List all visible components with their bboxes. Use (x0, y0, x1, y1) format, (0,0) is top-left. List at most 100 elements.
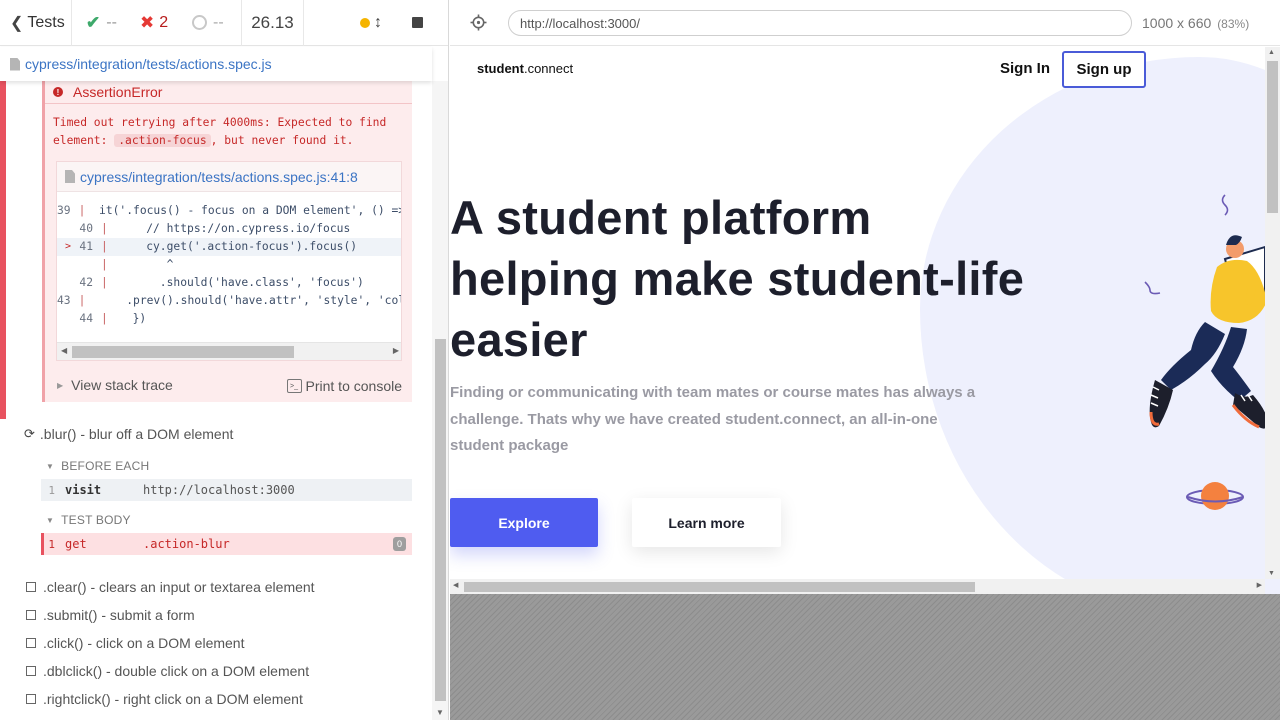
code-frame-file-link[interactable]: cypress/integration/tests/actions.spec.j… (57, 162, 401, 192)
file-icon (65, 170, 75, 183)
gutter-pipe: | (101, 312, 108, 325)
code-frame: cypress/integration/tests/actions.spec.j… (56, 161, 402, 361)
test-item[interactable]: .clear() - clears an input or textarea e… (26, 579, 315, 595)
divider (45, 103, 412, 104)
pending-square-icon (26, 694, 36, 704)
sign-in-link[interactable]: Sign In (1000, 60, 1050, 77)
scroll-left-arrow-icon[interactable]: ◀ (61, 346, 67, 355)
code-lines: 39 | it('.focus() - focus on a DOM elemen… (57, 202, 401, 328)
pending-square-icon (26, 666, 36, 676)
code-line: 44 | }) (57, 310, 401, 328)
stats-bar: ❮ Tests ✔ -- ✖ 2 -- 26.13 ↕ (0, 0, 448, 46)
error-icon: ! (53, 87, 63, 97)
stop-icon[interactable] (412, 17, 423, 28)
scrollbar-thumb[interactable] (72, 346, 294, 358)
test-item[interactable]: .rightclick() - right click on a DOM ele… (26, 691, 303, 707)
code-line: 40 | // https://on.cypress.io/focus (57, 220, 401, 238)
sign-up-button[interactable]: Sign up (1062, 51, 1146, 88)
test-label: .click() - click on a DOM element (43, 635, 245, 651)
gutter-pipe: | (101, 276, 108, 289)
scroll-up-arrow-icon[interactable]: ▲ (1268, 49, 1275, 56)
command-get[interactable]: 1 get .action-blur 0 (41, 533, 412, 555)
reporter-scrollbar[interactable]: ▼ (432, 81, 448, 720)
current-test-title[interactable]: ⟳ .blur() - blur off a DOM element (24, 426, 233, 442)
command-visit[interactable]: 1 visit http://localhost:3000 (41, 479, 412, 501)
command-name: get (65, 537, 87, 551)
scrollbar-thumb[interactable] (435, 339, 446, 701)
gutter-pipe: | (101, 222, 108, 235)
line-number (71, 256, 93, 274)
passed-count: ✔ -- (72, 0, 140, 46)
scrollbar-thumb[interactable] (464, 582, 975, 592)
code-line: | ^ (57, 256, 401, 274)
caret-down-icon: ▼ (46, 515, 55, 525)
gutter-pipe: | (78, 294, 86, 307)
code-line: 43 | .prev().should('have.attr', 'style',… (57, 292, 401, 310)
test-label: .dblclick() - double click on a DOM elem… (43, 663, 310, 679)
code-frame-path: cypress/integration/tests/actions.spec.j… (80, 168, 358, 185)
scroll-right-arrow-icon[interactable]: ▶ (1257, 581, 1262, 589)
line-number: 41 (79, 240, 93, 253)
tests-label: Tests (27, 13, 65, 31)
print-to-console-button[interactable]: >_ Print to console (286, 378, 402, 394)
app-horizontal-scrollbar[interactable]: ◀ ▶ (450, 579, 1265, 594)
element-count-badge: 0 (393, 537, 406, 551)
autoscroll-toggle-icon[interactable]: ↕ (374, 14, 382, 32)
caret-down-icon: ▼ (46, 461, 55, 471)
command-number: 1 (48, 483, 55, 497)
site-logo[interactable]: student.connect (477, 61, 573, 76)
file-icon (10, 57, 20, 71)
line-number: 42 (79, 276, 93, 289)
spec-file-header[interactable]: cypress/integration/tests/actions.spec.j… (0, 47, 432, 81)
error-line-marker (57, 220, 71, 238)
error-message-tail: , but never found it. (210, 134, 354, 147)
gutter-pipe: | (101, 258, 108, 271)
viewport-info[interactable]: 1000 x 660 (83%) (1142, 15, 1249, 31)
line-number: 43 (57, 294, 71, 307)
check-icon: ✔ (86, 12, 101, 32)
code-frame-scrollbar[interactable]: ◀ ▶ (57, 342, 401, 360)
hook-test-body[interactable]: ▼ TEST BODY (46, 513, 131, 527)
tests-button[interactable]: ❮ Tests (0, 0, 72, 46)
running-status-icon (360, 17, 370, 28)
scroll-right-arrow-icon[interactable]: ▶ (393, 346, 399, 355)
pending-circle-icon (192, 15, 207, 30)
failed-count: ✖ 2 (140, 0, 192, 46)
learn-more-button[interactable]: Learn more (632, 498, 781, 547)
test-item[interactable]: .click() - click on a DOM element (26, 635, 244, 651)
code-line: 39 | it('.focus() - focus on a DOM elemen… (57, 202, 401, 220)
selector-playground-icon[interactable] (470, 14, 487, 31)
error-message: Timed out retrying after 4000ms: Expecte… (53, 114, 393, 150)
view-stack-trace-button[interactable]: ▶ View stack trace (57, 377, 173, 393)
code-text: // https://on.cypress.io/focus (119, 222, 351, 235)
app-vertical-scrollbar[interactable]: ▲ ▼ (1265, 47, 1280, 579)
explore-button[interactable]: Explore (450, 498, 598, 547)
test-item[interactable]: .dblclick() - double click on a DOM elem… (26, 663, 309, 679)
caret-right-icon: ▶ (57, 380, 64, 390)
code-text: cy.get('.action-focus').focus() (119, 240, 358, 253)
command-number: 1 (48, 537, 55, 551)
scroll-down-arrow-icon[interactable]: ▼ (436, 708, 444, 717)
app-under-test-frame: student.connect Sign In Sign up A studen… (450, 47, 1280, 594)
run-duration: 26.13 (242, 0, 304, 46)
command-message: .action-blur (143, 537, 230, 551)
code-text: .prev().should('have.attr', 'style', 'co… (126, 294, 401, 307)
current-test-label: .blur() - blur off a DOM element (39, 426, 234, 442)
run-controls: ↕ (304, 14, 448, 32)
url-bar: http://localhost:3000/ 1000 x 660 (83%) (450, 0, 1280, 46)
refresh-spinner-icon: ⟳ (24, 426, 35, 441)
pending-count: -- (192, 0, 242, 46)
test-item[interactable]: .submit() - submit a form (26, 607, 195, 623)
url-input[interactable]: http://localhost:3000/ (508, 10, 1132, 36)
hook-before-each[interactable]: ▼ BEFORE EACH (46, 459, 149, 473)
scrollbar-thumb[interactable] (1267, 61, 1278, 213)
line-number: 40 (79, 222, 93, 235)
gutter-pipe: | (101, 240, 108, 253)
scroll-down-arrow-icon[interactable]: ▼ (1268, 570, 1275, 577)
error-line-marker (57, 274, 71, 292)
line-number: 39 (57, 204, 71, 217)
scroll-left-arrow-icon[interactable]: ◀ (453, 581, 458, 589)
hook-label: BEFORE EACH (61, 459, 150, 473)
code-line: 42 | .should('have.class', 'focus') (57, 274, 401, 292)
test-label: .clear() - clears an input or textarea e… (43, 579, 315, 595)
